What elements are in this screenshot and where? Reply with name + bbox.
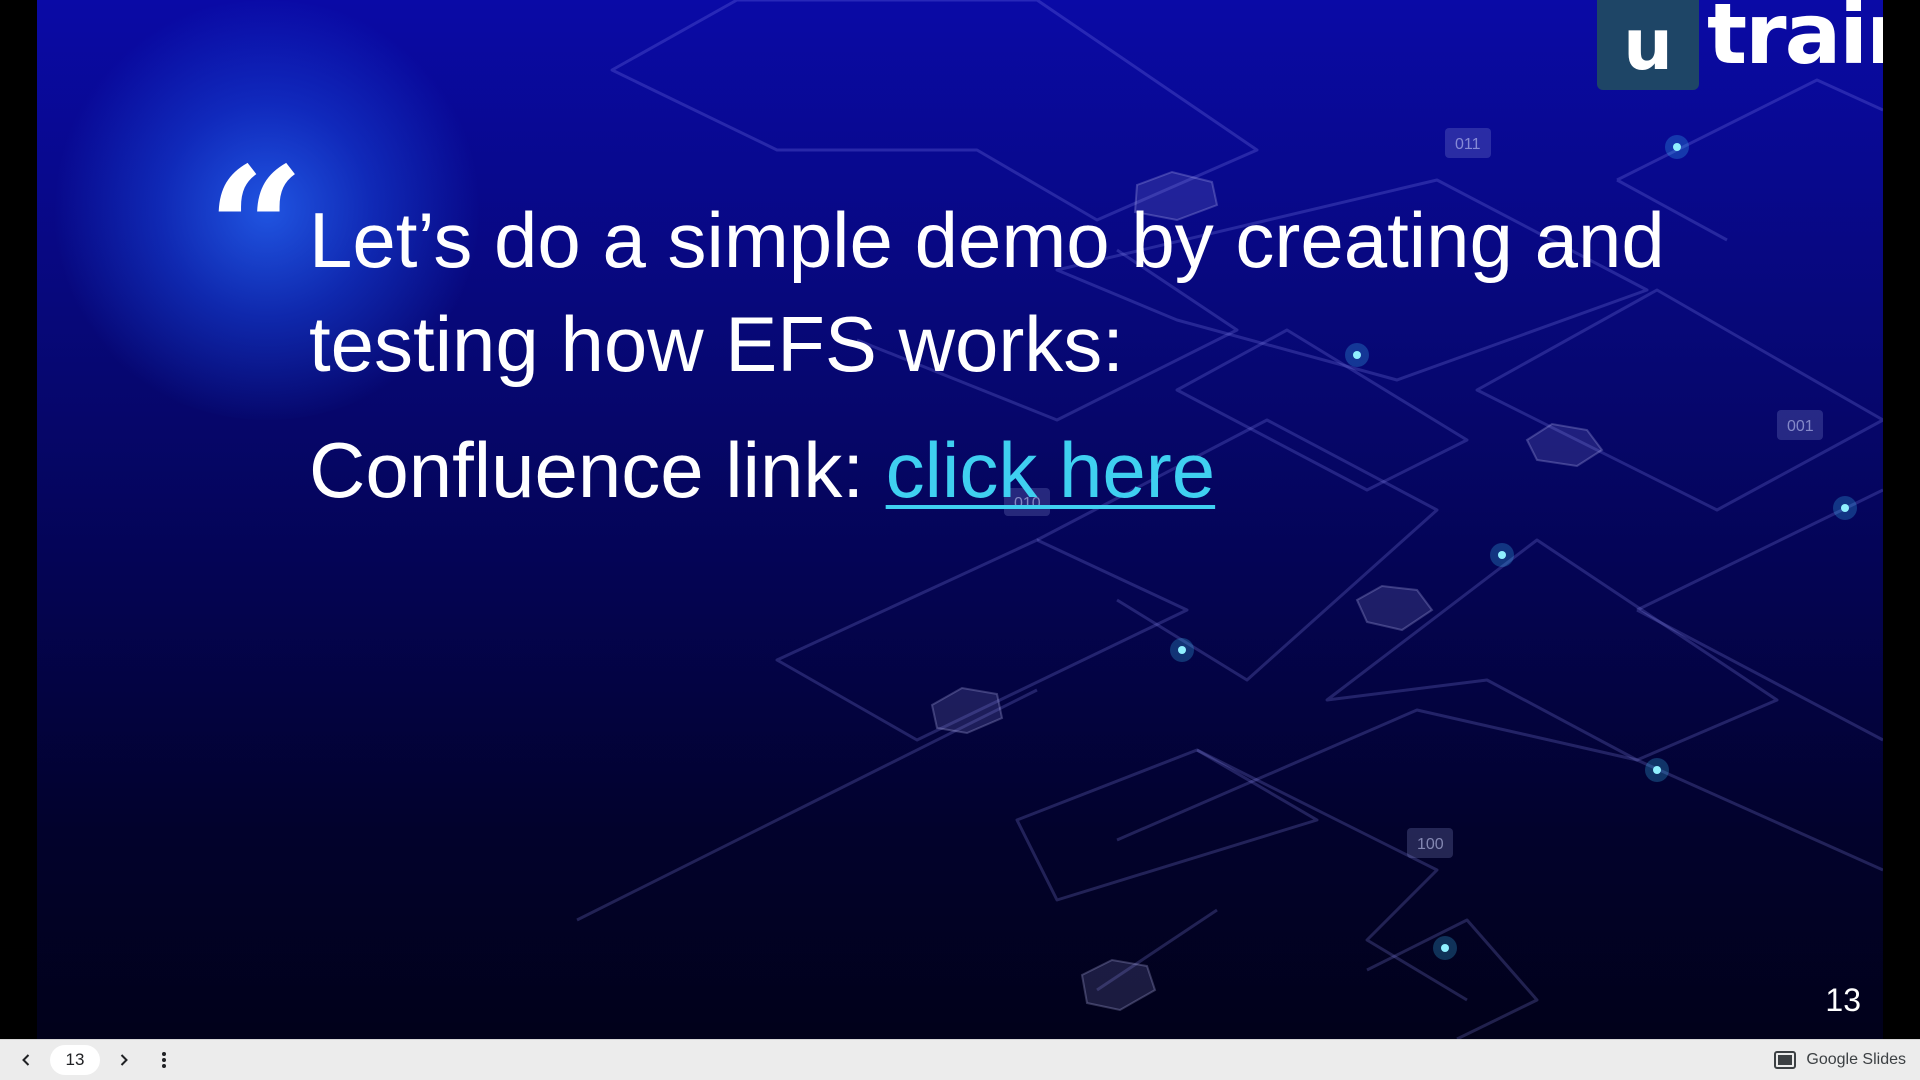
previous-slide-button[interactable] (6, 1040, 46, 1080)
more-options-button[interactable] (144, 1040, 184, 1080)
presentation-toolbar: Google Slides (0, 1039, 1920, 1080)
quote-mark-icon: “ (207, 130, 305, 330)
chevron-right-icon (120, 1054, 128, 1066)
confluence-link[interactable]: click here (886, 426, 1215, 514)
chevron-left-icon (22, 1054, 30, 1066)
utrain-logo: u train (1597, 0, 1883, 90)
presentation-stage: 011 001 010 100 u trai “ Let’s do a simp… (0, 0, 1920, 1039)
binary-tag: 011 (1455, 136, 1481, 153)
binary-tag: 001 (1787, 418, 1814, 435)
more-vertical-icon (162, 1052, 166, 1068)
google-slides-brand[interactable]: Google Slides (1774, 1040, 1906, 1080)
page-number-input[interactable] (50, 1045, 100, 1075)
logo-box: u (1597, 0, 1699, 90)
slide-headline: Let’s do a simple demo by creating and t… (309, 196, 1665, 388)
confluence-link-line: Confluence link: click here (309, 418, 1215, 522)
slide-number: 13 (1825, 982, 1861, 1018)
slide: 011 001 010 100 u trai “ Let’s do a simp… (37, 0, 1883, 1039)
brand-label: Google Slides (1806, 1051, 1906, 1068)
link-prefix: Confluence link: (309, 426, 886, 514)
slides-icon (1774, 1051, 1797, 1069)
logo-text: train (1707, 0, 1883, 83)
next-slide-button[interactable] (104, 1040, 144, 1080)
binary-tag: 100 (1417, 836, 1444, 853)
